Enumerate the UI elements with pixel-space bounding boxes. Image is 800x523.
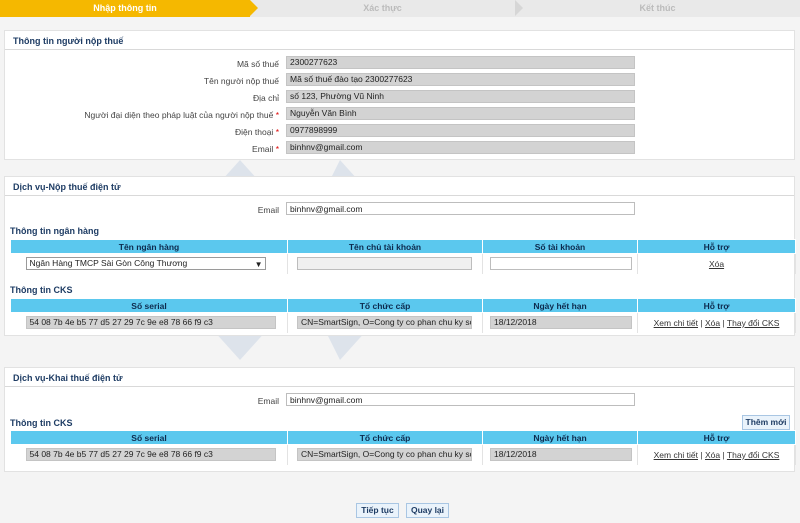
table-row: Ngân Hàng TMCP Sài Gòn Công Thương ▼ Xóa xyxy=(10,253,796,274)
email-label: Email * xyxy=(252,144,279,154)
bank-name-header: Tên ngân hàng xyxy=(10,239,288,254)
account-holder-header: Tên chủ tài khoản xyxy=(287,239,483,254)
payment-cks-title: Thông tin CKS xyxy=(10,285,73,295)
chevron-down-icon: ▼ xyxy=(254,260,263,270)
tax-code-label: Mã số thuế xyxy=(236,59,279,69)
tax-code-value: 2300277623 xyxy=(286,56,635,69)
add-new-button[interactable]: Thêm mới xyxy=(742,415,790,430)
legal-rep-value: Nguyễn Văn Bình xyxy=(286,107,635,120)
issuer-value: CN=SmartSign, O=Cong ty co phan chu ky s… xyxy=(297,448,472,462)
expiry-value: 18/12/2018 xyxy=(490,448,632,462)
delete-cks-link[interactable]: Xóa xyxy=(705,450,720,460)
delete-cks-link[interactable]: Xóa xyxy=(705,318,720,328)
issuer-value: CN=SmartSign, O=Cong ty co phan chu ky s… xyxy=(297,316,472,330)
legal-rep-label: Người đại diện theo pháp luật của người … xyxy=(84,110,279,120)
payment-email-input[interactable] xyxy=(286,202,635,215)
view-detail-link[interactable]: Xem chi tiết xyxy=(654,318,698,328)
declaration-email-label: Email xyxy=(257,396,279,406)
declaration-service-panel: Dịch vụ-Khai thuế điện tử Email Thông ti… xyxy=(4,367,796,472)
continue-button[interactable]: Tiếp tục xyxy=(356,503,399,518)
taxpayer-name-label: Tên người nộp thuế xyxy=(203,76,279,86)
step-finish: Kết thúc xyxy=(639,3,676,13)
phone-label: Điện thoại * xyxy=(235,127,279,137)
change-cks-link[interactable]: Thay đổi CKS xyxy=(727,318,779,328)
step-verify: Xác thực xyxy=(363,3,402,13)
payment-cks-table: Số serial Tổ chức cấp Ngày hết hạn Hỗ tr… xyxy=(10,298,796,333)
issuer-header: Tổ chức cấp xyxy=(287,298,483,313)
declaration-cks-table: Số serial Tổ chức cấp Ngày hết hạn Hỗ tr… xyxy=(10,430,796,465)
address-value: số 123, Phường Vũ Ninh xyxy=(286,90,635,103)
bank-select[interactable]: Ngân Hàng TMCP Sài Gòn Công Thương ▼ xyxy=(25,257,266,271)
support-header: Hỗ trợ xyxy=(637,430,796,445)
step-input-info: Nhập thông tin xyxy=(0,0,250,17)
email-value: binhnv@gmail.com xyxy=(286,141,635,154)
support-header: Hỗ trợ xyxy=(637,239,796,254)
payment-service-title: Dịch vụ-Nộp thuế điện tử xyxy=(13,182,121,192)
serial-header: Số serial xyxy=(10,298,288,313)
delete-bank-link[interactable]: Xóa xyxy=(709,259,724,269)
taxpayer-name-value: Mã số thuế đào tạo 2300277623 xyxy=(286,73,635,86)
table-row: 54 08 7b 4e b5 77 d5 27 29 7c 9e e8 78 6… xyxy=(10,312,796,333)
taxpayer-section-title: Thông tin người nộp thuế xyxy=(13,36,124,46)
issuer-header: Tổ chức cấp xyxy=(287,430,483,445)
table-row: 54 08 7b 4e b5 77 d5 27 29 7c 9e e8 78 6… xyxy=(10,444,796,465)
back-button[interactable]: Quay lại xyxy=(406,503,449,518)
address-label: Địa chỉ xyxy=(253,93,279,103)
account-number-header: Số tài khoản xyxy=(482,239,638,254)
serial-value: 54 08 7b 4e b5 77 d5 27 29 7c 9e e8 78 6… xyxy=(25,448,276,462)
bank-table: Tên ngân hàng Tên chủ tài khoản Số tài k… xyxy=(10,239,796,274)
declaration-cks-title: Thông tin CKS xyxy=(10,418,73,428)
declaration-service-title: Dịch vụ-Khai thuế điện tử xyxy=(13,373,123,383)
expiry-value: 18/12/2018 xyxy=(490,316,632,330)
declaration-email-input[interactable] xyxy=(286,393,635,406)
expiry-header: Ngày hết hạn xyxy=(482,298,638,313)
account-number-input[interactable] xyxy=(490,257,632,271)
payment-service-panel: Dịch vụ-Nộp thuế điện tử Email Thông tin… xyxy=(4,176,796,336)
taxpayer-panel: Thông tin người nộp thuế Mã số thuế 2300… xyxy=(4,30,795,160)
support-header: Hỗ trợ xyxy=(637,298,796,313)
serial-value: 54 08 7b 4e b5 77 d5 27 29 7c 9e e8 78 6… xyxy=(25,316,276,330)
view-detail-link[interactable]: Xem chi tiết xyxy=(654,450,698,460)
progress-steps: Nhập thông tin Xác thực Kết thúc xyxy=(0,0,800,17)
payment-email-label: Email xyxy=(257,205,279,215)
change-cks-link[interactable]: Thay đổi CKS xyxy=(727,450,779,460)
bank-info-title: Thông tin ngân hàng xyxy=(10,226,99,236)
serial-header: Số serial xyxy=(10,430,288,445)
phone-value: 0977898999 xyxy=(286,124,635,137)
account-holder-input[interactable] xyxy=(297,257,472,271)
expiry-header: Ngày hết hạn xyxy=(482,430,638,445)
